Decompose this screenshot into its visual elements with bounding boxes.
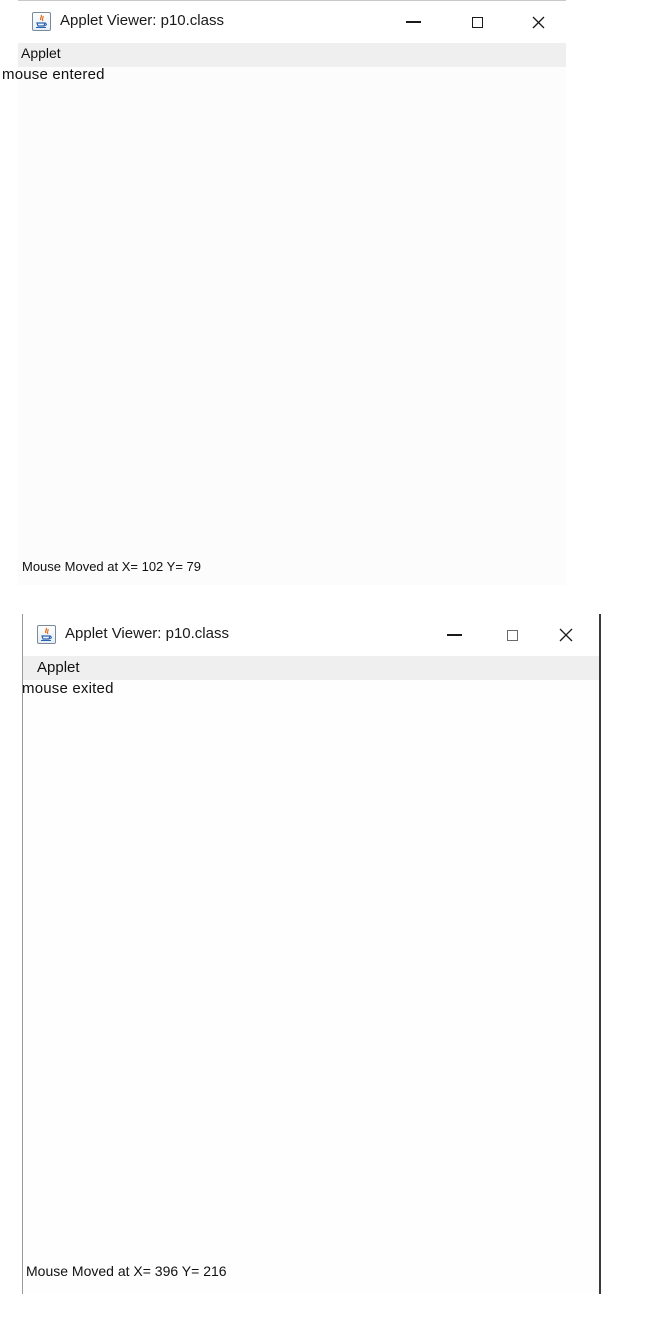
maximize-button[interactable] (489, 614, 535, 656)
applet-canvas[interactable]: mouse entered Mouse Moved at X= 102 Y= 7… (2, 66, 566, 585)
title-bar[interactable]: Applet Viewer: p10.class (18, 0, 566, 43)
applet-viewer-window-2: Applet Viewer: p10.class Applet mouse ex… (22, 614, 601, 1294)
applet-canvas[interactable]: mouse exited Mouse Moved at X= 396 Y= 21… (22, 680, 599, 1292)
minimize-button[interactable] (390, 1, 436, 43)
minimize-icon (446, 634, 462, 636)
minimize-icon (405, 21, 421, 23)
maximize-icon (506, 629, 518, 641)
menu-bar: Applet (18, 43, 566, 67)
window-title: Applet Viewer: p10.class (60, 12, 224, 29)
applet-viewer-window-1: Applet Viewer: p10.class Applet mouse en… (2, 0, 566, 585)
event-message: mouse exited (22, 680, 114, 697)
maximize-icon (471, 16, 483, 28)
minimize-button[interactable] (431, 614, 477, 656)
close-icon (559, 628, 573, 642)
title-bar[interactable]: Applet Viewer: p10.class (23, 614, 599, 656)
window-title: Applet Viewer: p10.class (65, 625, 229, 642)
mouse-position-status: Mouse Moved at X= 396 Y= 216 (26, 1263, 227, 1279)
menu-applet[interactable]: Applet (21, 45, 61, 61)
menu-bar: Applet (23, 656, 599, 680)
java-applet-icon (32, 12, 51, 31)
close-icon (532, 16, 544, 28)
menu-applet[interactable]: Applet (37, 659, 80, 676)
java-applet-icon (37, 625, 56, 644)
mouse-position-status: Mouse Moved at X= 102 Y= 79 (22, 559, 201, 574)
close-button[interactable] (543, 614, 589, 656)
event-message: mouse entered (2, 66, 105, 83)
maximize-button[interactable] (454, 1, 500, 43)
close-button[interactable] (515, 1, 561, 43)
